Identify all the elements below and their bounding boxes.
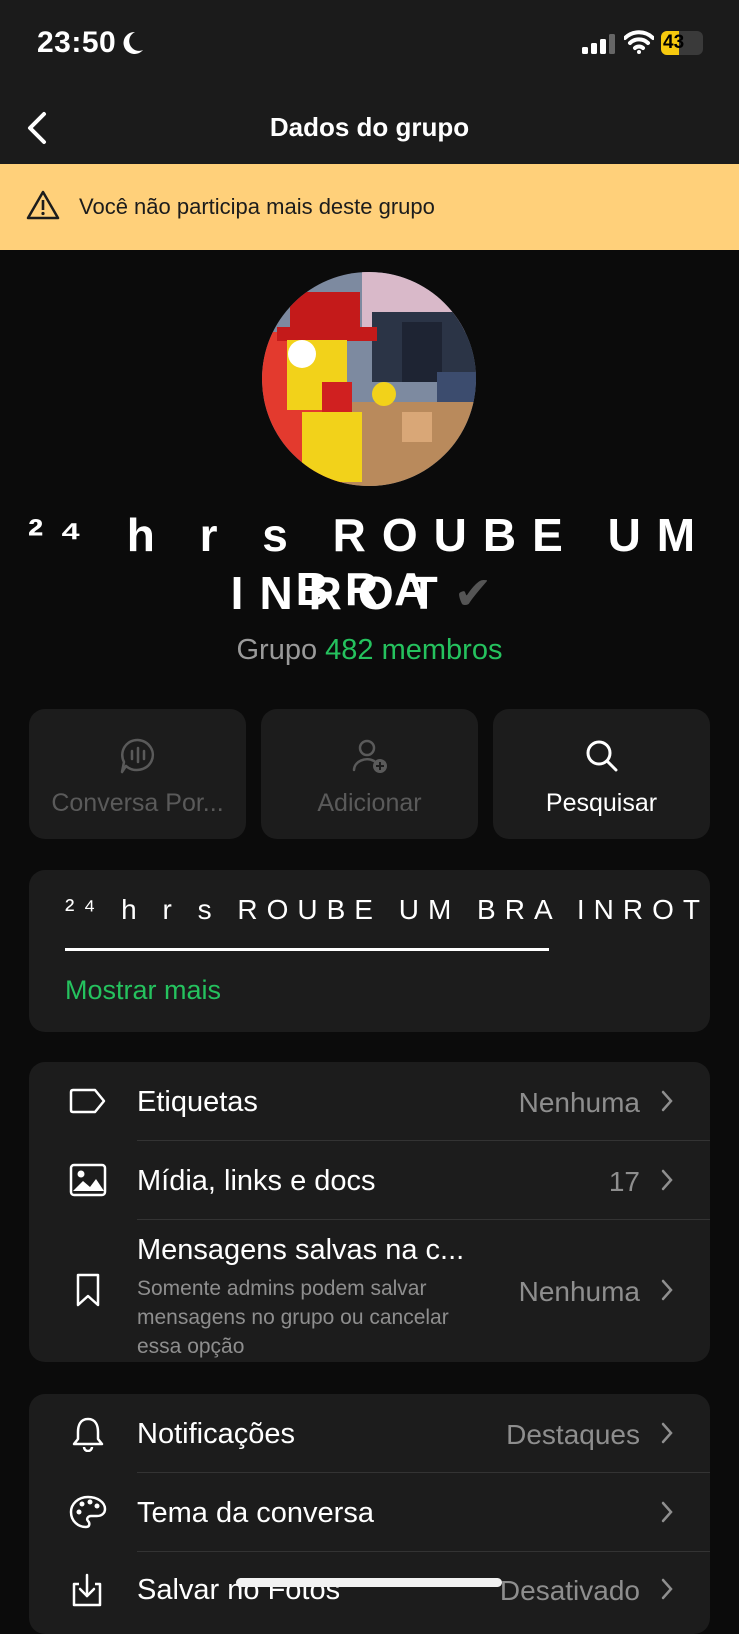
description-underline <box>65 948 549 951</box>
chevron-right-icon <box>661 1422 673 1444</box>
voice-chat-icon <box>120 738 154 774</box>
group-name-line2: INROT <box>230 567 454 619</box>
voice-chat-label: Conversa Por... <box>51 789 224 817</box>
chevron-right-icon <box>661 1501 673 1523</box>
bookmark-icon <box>76 1273 100 1307</box>
voice-chat-button[interactable]: Conversa Por... <box>29 709 246 839</box>
chevron-right-icon <box>661 1279 673 1301</box>
save-to-photos-value: Desativado <box>499 1575 640 1606</box>
home-indicator[interactable] <box>236 1578 502 1587</box>
search-icon <box>586 740 617 772</box>
palette-icon <box>69 1495 107 1529</box>
settings-section: Notificações Destaques Tema da conversa … <box>29 1394 710 1634</box>
wifi-icon <box>624 30 654 54</box>
add-member-button[interactable]: Adicionar <box>261 709 478 839</box>
saved-messages-value: Nenhuma <box>518 1276 640 1307</box>
group-description: ²⁴ h r s ROUBE UM BRA INROT Mostrar mais <box>29 870 710 1032</box>
moon-icon <box>123 31 143 54</box>
left-group-banner: Você não participa mais deste grupo <box>0 164 739 250</box>
add-member-label: Adicionar <box>317 789 422 817</box>
members-count[interactable]: 482 membros <box>325 634 502 666</box>
saved-messages-row[interactable]: Mensagens salvas na c... Somente admins … <box>29 1220 710 1362</box>
notifications-title: Notificações <box>137 1418 295 1450</box>
status-bar: 23:50 43 <box>0 0 739 90</box>
group-name-continued: INROT✔ <box>0 566 739 620</box>
save-to-photos-row[interactable]: Salvar no Fotos Desativado <box>29 1552 710 1631</box>
chat-theme-title: Tema da conversa <box>137 1497 374 1529</box>
navigation-bar: Dados do grupo <box>0 90 739 164</box>
bell-icon <box>72 1417 104 1452</box>
description-text: ²⁴ h r s ROUBE UM BRA INROT <box>65 894 709 925</box>
group-subtitle: Grupo 482 membros <box>0 634 739 667</box>
media-icon <box>69 1163 107 1197</box>
saved-messages-title: Mensagens salvas na c... <box>137 1234 465 1266</box>
labels-row[interactable]: Etiquetas Nenhuma <box>29 1062 710 1141</box>
labels-value: Nenhuma <box>518 1087 640 1118</box>
media-row[interactable]: Mídia, links e docs 17 <box>29 1141 710 1220</box>
media-count: 17 <box>608 1166 640 1197</box>
add-person-icon <box>352 739 387 773</box>
page-title: Dados do grupo <box>269 112 470 142</box>
saved-messages-subtitle: Somente admins podem salvar mensagens no… <box>137 1277 449 1358</box>
group-avatar[interactable] <box>262 272 476 486</box>
chevron-right-icon <box>661 1169 673 1191</box>
battery-level: 43 <box>663 32 685 53</box>
clock: 23:50 <box>37 26 117 59</box>
show-more-link[interactable]: Mostrar mais <box>65 975 221 1006</box>
chat-theme-row[interactable]: Tema da conversa <box>29 1473 710 1552</box>
verified-check-icon: ✔ <box>453 567 509 619</box>
chevron-right-icon <box>661 1090 673 1112</box>
signal-icon <box>582 34 615 54</box>
info-section: Etiquetas Nenhuma Mídia, links e docs 17… <box>29 1062 710 1362</box>
media-title: Mídia, links e docs <box>137 1165 376 1197</box>
banner-text: Você não participa mais deste grupo <box>79 194 435 219</box>
battery-charging-icon: 43 <box>661 31 703 55</box>
labels-title: Etiquetas <box>137 1086 258 1118</box>
warning-icon <box>26 190 60 220</box>
search-button[interactable]: Pesquisar <box>493 709 710 839</box>
group-type: Grupo <box>236 634 318 666</box>
search-label: Pesquisar <box>545 789 658 817</box>
notifications-row[interactable]: Notificações Destaques <box>29 1394 710 1473</box>
notifications-value: Destaques <box>506 1419 640 1450</box>
tag-icon <box>69 1088 106 1114</box>
chevron-right-icon <box>661 1578 673 1600</box>
download-icon <box>72 1573 102 1607</box>
